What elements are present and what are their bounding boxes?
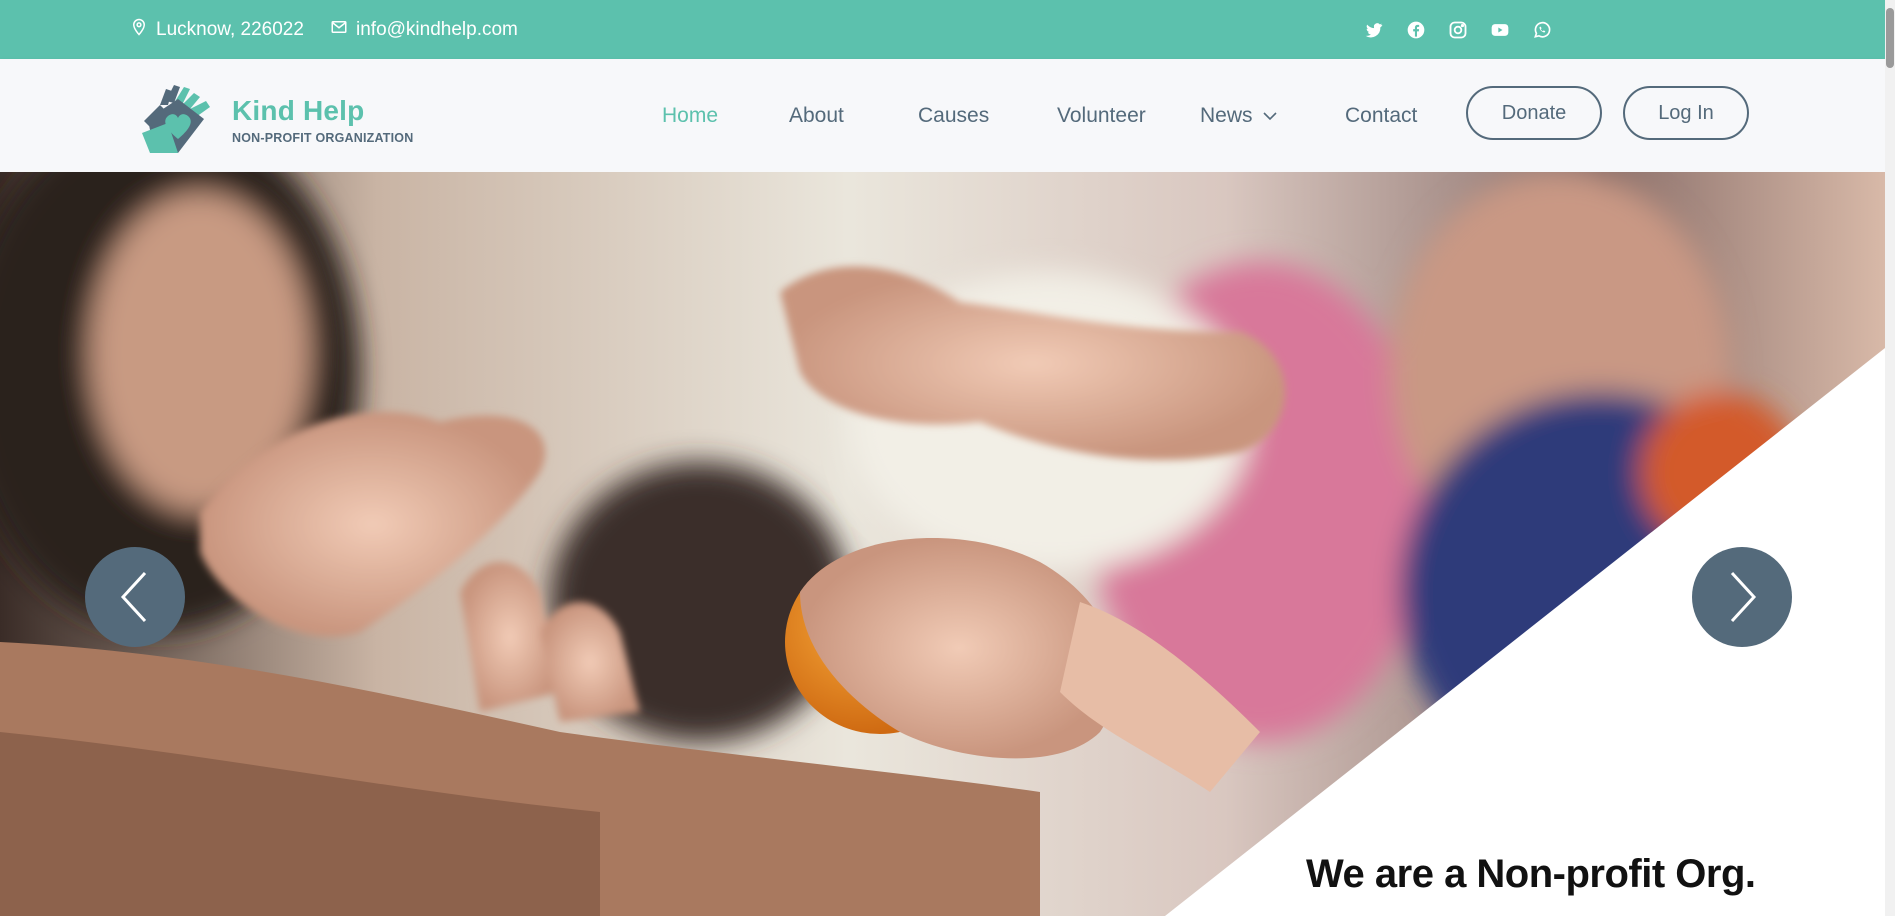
nav-causes[interactable]: Causes: [918, 104, 989, 128]
nav-home[interactable]: Home: [662, 104, 718, 128]
hands-heart-logo-icon: [138, 79, 218, 160]
nav-news-label: News: [1200, 103, 1253, 127]
scrollbar-thumb[interactable]: [1886, 8, 1894, 68]
hero-title: We are a Non-profit Org.: [1306, 852, 1756, 896]
facebook-icon[interactable]: [1405, 19, 1427, 41]
map-pin-icon: [130, 18, 156, 42]
envelope-icon: [330, 18, 356, 42]
location-info: Lucknow, 226022: [130, 0, 304, 59]
nav-news[interactable]: News: [1200, 104, 1278, 128]
hero-image: [0, 172, 1885, 916]
whatsapp-icon[interactable]: [1531, 19, 1553, 41]
slider-next-button[interactable]: [1692, 547, 1792, 647]
donate-button[interactable]: Donate: [1466, 86, 1602, 140]
slider-prev-button[interactable]: [85, 547, 185, 647]
nav-volunteer[interactable]: Volunteer: [1057, 104, 1146, 128]
login-button[interactable]: Log In: [1623, 86, 1749, 140]
main-header: Kind Help NON-PROFIT ORGANIZATION Home A…: [0, 59, 1885, 172]
social-links: [1363, 0, 1553, 59]
page-scrollbar[interactable]: [1885, 0, 1895, 916]
brand-name: Kind Help: [232, 94, 365, 126]
youtube-icon[interactable]: [1489, 19, 1511, 41]
location-text: Lucknow, 226022: [156, 18, 304, 40]
twitter-icon[interactable]: [1363, 19, 1385, 41]
chevron-down-icon: [1262, 111, 1277, 120]
chevron-right-icon: [1730, 571, 1757, 623]
email-link[interactable]: info@kindhelp.com: [356, 19, 518, 41]
top-bar: Lucknow, 226022 info@kindhelp.com: [0, 0, 1885, 59]
chevron-left-icon: [120, 571, 147, 623]
hero-slider: We are a Non-profit Org.: [0, 172, 1885, 916]
email-info[interactable]: info@kindhelp.com: [330, 0, 518, 59]
nav-about[interactable]: About: [789, 104, 844, 128]
instagram-icon[interactable]: [1447, 19, 1469, 41]
nav-contact[interactable]: Contact: [1345, 104, 1417, 128]
brand-text: Kind Help NON-PROFIT ORGANIZATION: [232, 95, 413, 145]
brand-tagline: NON-PROFIT ORGANIZATION: [232, 130, 414, 145]
logo[interactable]: Kind Help NON-PROFIT ORGANIZATION: [138, 79, 413, 160]
